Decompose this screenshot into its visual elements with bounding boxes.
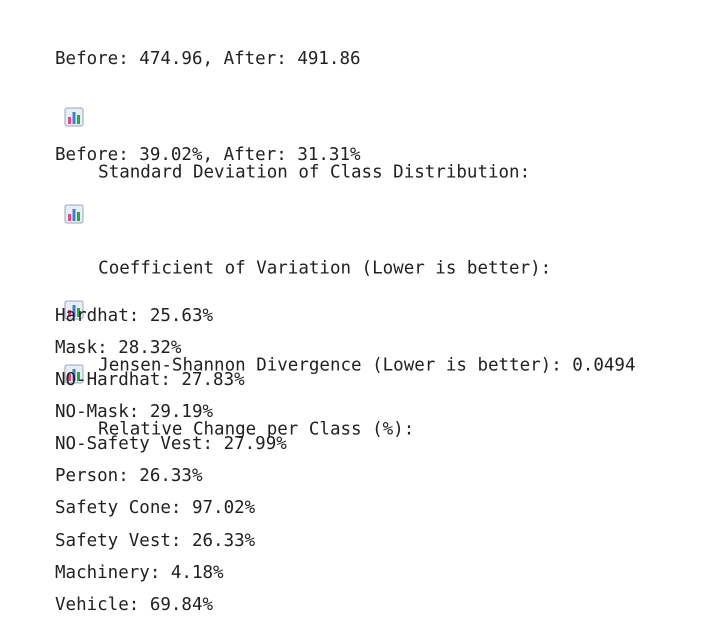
list-item: Safety Cone: 97.02% bbox=[55, 498, 256, 519]
js-heading-line: Jensen-Shannon Divergence (Lower is bett… bbox=[22, 204, 702, 375]
list-item: Hardhat: 25.63% bbox=[55, 305, 214, 326]
std-dev-heading-line: Standard Deviation of Class Distribution… bbox=[22, 11, 702, 182]
cell-output: Standard Deviation of Class Distribution… bbox=[22, 11, 702, 621]
list-item: Machinery: 4.18% bbox=[55, 562, 224, 583]
list-item: Vehicle: 69.84% bbox=[55, 594, 214, 615]
bar-chart-icon bbox=[64, 236, 84, 320]
cv-detail: Before: 39.02%, After: 31.31% bbox=[55, 145, 361, 166]
list-item: NO-Mask: 29.19% bbox=[55, 402, 214, 423]
list-item: Mask: 28.32% bbox=[55, 337, 182, 358]
list-item: Safety Vest: 26.33% bbox=[55, 530, 256, 551]
list-item: NO-Hardhat: 27.83% bbox=[55, 370, 245, 391]
list-item: NO-Safety Vest: 27.99% bbox=[55, 434, 287, 455]
list-item: Person: 26.33% bbox=[55, 466, 203, 487]
cv-heading-line: Coefficient of Variation (Lower is bette… bbox=[22, 107, 702, 279]
std-dev-detail: Before: 474.96, After: 491.86 bbox=[55, 49, 361, 70]
relative-change-heading-line: Relative Change per Class (%): bbox=[22, 268, 702, 439]
